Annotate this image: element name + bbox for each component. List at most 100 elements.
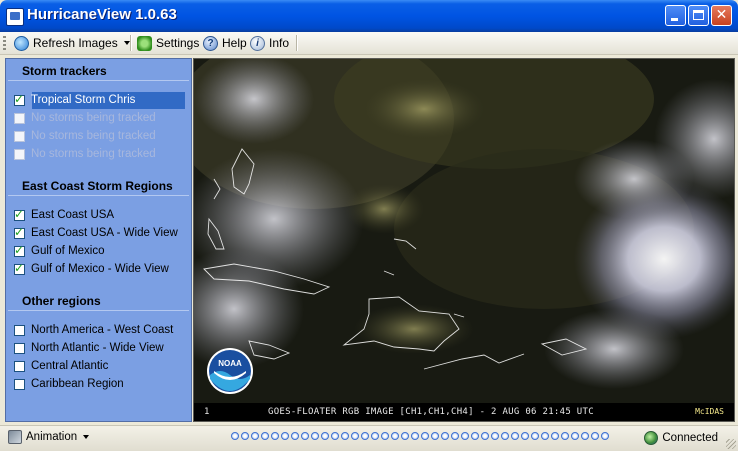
checkbox[interactable] xyxy=(14,378,25,390)
animation-frame-dot[interactable] xyxy=(571,432,579,440)
list-item-east-coast-usa[interactable]: ✓ East Coast USA xyxy=(14,207,114,223)
item-label: Caribbean Region xyxy=(31,378,124,390)
checkbox[interactable] xyxy=(14,360,25,372)
animation-frame-dot[interactable] xyxy=(451,432,459,440)
satellite-image[interactable]: NOAA 1 GOES-FLOATER RGB IMAGE [CH1,CH1,C… xyxy=(193,58,735,422)
toolbar: Refresh Images Settings ? Help i Info xyxy=(0,32,738,55)
checkmark-icon: ✓ xyxy=(14,224,25,239)
animation-frame-selector[interactable] xyxy=(231,432,611,440)
item-label: East Coast USA xyxy=(31,209,115,221)
settings-button[interactable]: Settings xyxy=(137,35,199,51)
animation-frame-dot[interactable] xyxy=(381,432,389,440)
item-label: Gulf of Mexico - Wide View xyxy=(31,263,169,275)
list-item-north-atlantic-wide[interactable]: North Atlantic - Wide View xyxy=(14,340,164,356)
animation-frame-dot[interactable] xyxy=(601,432,609,440)
checkbox xyxy=(14,148,25,160)
help-icon: ? xyxy=(203,35,218,51)
animation-frame-dot[interactable] xyxy=(351,432,359,440)
animation-label: Animation xyxy=(26,431,78,443)
checkbox[interactable] xyxy=(14,324,25,336)
animation-frame-dot[interactable] xyxy=(481,432,489,440)
chevron-down-icon[interactable] xyxy=(123,41,130,45)
animation-frame-dot[interactable] xyxy=(311,432,319,440)
animation-frame-dot[interactable] xyxy=(421,432,429,440)
section-divider xyxy=(8,310,189,311)
frame-number: 1 xyxy=(204,407,210,417)
app-icon[interactable] xyxy=(6,8,24,26)
animation-frame-dot[interactable] xyxy=(331,432,339,440)
animation-frame-dot[interactable] xyxy=(501,432,509,440)
animation-frame-dot[interactable] xyxy=(531,432,539,440)
animation-frame-dot[interactable] xyxy=(581,432,589,440)
animation-frame-dot[interactable] xyxy=(281,432,289,440)
animation-frame-dot[interactable] xyxy=(361,432,369,440)
minimize-button[interactable] xyxy=(665,5,686,26)
help-button[interactable]: ? Help xyxy=(203,35,247,51)
checkbox[interactable]: ✓ xyxy=(14,242,25,257)
resize-grip[interactable] xyxy=(726,439,736,449)
animation-frame-dot[interactable] xyxy=(371,432,379,440)
toolbar-separator xyxy=(296,35,298,51)
close-button[interactable]: ✕ xyxy=(711,5,732,26)
animation-frame-dot[interactable] xyxy=(441,432,449,440)
animation-frame-dot[interactable] xyxy=(411,432,419,440)
checkbox[interactable]: ✓ xyxy=(14,224,25,239)
animation-frame-dot[interactable] xyxy=(231,432,239,440)
checkbox[interactable]: ✓ xyxy=(14,91,25,106)
animation-frame-dot[interactable] xyxy=(301,432,309,440)
refresh-images-button[interactable]: Refresh Images xyxy=(14,35,130,51)
checkbox[interactable]: ✓ xyxy=(14,260,25,275)
animation-frame-dot[interactable] xyxy=(261,432,269,440)
animation-frame-dot[interactable] xyxy=(561,432,569,440)
chevron-down-icon[interactable] xyxy=(83,435,90,439)
animation-button[interactable]: Animation xyxy=(8,430,90,444)
image-caption-bar: 1 GOES-FLOATER RGB IMAGE [CH1,CH1,CH4] -… xyxy=(194,403,734,421)
animation-frame-dot[interactable] xyxy=(471,432,479,440)
section-divider xyxy=(8,80,189,81)
item-label: No storms being tracked xyxy=(31,130,156,142)
info-button[interactable]: i Info xyxy=(250,35,289,51)
animation-frame-dot[interactable] xyxy=(461,432,469,440)
settings-icon xyxy=(137,35,152,51)
list-item-east-coast-wide[interactable]: ✓ East Coast USA - Wide View xyxy=(14,225,178,241)
list-item-storm-slot-4: No storms being tracked xyxy=(14,146,156,162)
list-item-caribbean[interactable]: Caribbean Region xyxy=(14,376,124,392)
list-item-gulf-wide[interactable]: ✓ Gulf of Mexico - Wide View xyxy=(14,261,169,277)
animation-frame-dot[interactable] xyxy=(511,432,519,440)
section-heading-east-coast: East Coast Storm Regions xyxy=(22,179,173,193)
animation-frame-dot[interactable] xyxy=(321,432,329,440)
checkbox xyxy=(14,112,25,124)
animation-frame-dot[interactable] xyxy=(541,432,549,440)
animation-frame-dot[interactable] xyxy=(241,432,249,440)
list-item-na-west-coast[interactable]: North America - West Coast xyxy=(14,322,173,338)
title-bar: HurricaneView 1.0.63 ✕ xyxy=(0,0,738,32)
section-heading-storm-trackers: Storm trackers xyxy=(22,64,107,78)
animation-frame-dot[interactable] xyxy=(271,432,279,440)
animation-frame-dot[interactable] xyxy=(341,432,349,440)
list-item-gulf-of-mexico[interactable]: ✓ Gulf of Mexico xyxy=(14,243,105,259)
animation-icon xyxy=(8,430,22,444)
checkmark-icon: ✓ xyxy=(14,260,25,275)
animation-frame-dot[interactable] xyxy=(391,432,399,440)
animation-frame-dot[interactable] xyxy=(291,432,299,440)
animation-frame-dot[interactable] xyxy=(431,432,439,440)
list-item-tropical-storm-chris[interactable]: ✓ Tropical Storm Chris xyxy=(14,92,135,108)
animation-frame-dot[interactable] xyxy=(491,432,499,440)
checkmark-icon: ✓ xyxy=(14,91,25,106)
list-item-central-atlantic[interactable]: Central Atlantic xyxy=(14,358,108,374)
info-label: Info xyxy=(269,36,290,50)
maximize-button[interactable] xyxy=(688,5,709,26)
animation-frame-dot[interactable] xyxy=(251,432,259,440)
animation-frame-dot[interactable] xyxy=(521,432,529,440)
settings-label: Settings xyxy=(156,36,200,50)
animation-frame-dot[interactable] xyxy=(401,432,409,440)
image-caption: GOES-FLOATER RGB IMAGE [CH1,CH1,CH4] - 2… xyxy=(268,407,594,417)
checkbox[interactable]: ✓ xyxy=(14,207,25,221)
animation-frame-dot[interactable] xyxy=(591,432,599,440)
connection-label: Connected xyxy=(662,432,718,444)
maximize-icon xyxy=(693,10,704,20)
toolbar-grip[interactable] xyxy=(3,36,6,50)
checkbox[interactable] xyxy=(14,342,25,354)
checkmark-icon: ✓ xyxy=(14,242,25,257)
animation-frame-dot[interactable] xyxy=(551,432,559,440)
